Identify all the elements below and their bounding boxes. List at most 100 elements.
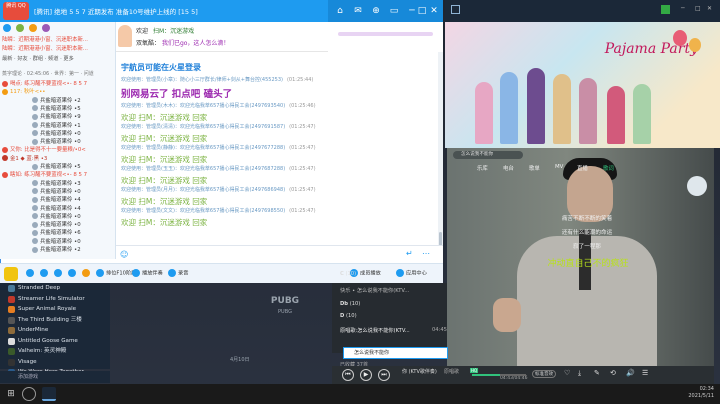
toolbar-item[interactable] [54,269,64,277]
welcome-message: 欢迎 扫M：沉迷游戏 回家 [121,175,208,185]
maximize-icon[interactable]: □ [695,5,704,14]
music-player-window: 怎么说我不能你 乐库 电台 歌单 MV 直播 歌词 痛苦不断不断的笑着 还有什么… [447,148,714,384]
settings-icon[interactable] [15,24,24,32]
gamepad-icon[interactable]: ⊕ [368,3,384,19]
windows-start-icon[interactable]: ⊞ [4,387,18,401]
chat-message: 欢迎使用：管理员(清清)：欢迎光临我萃657播心得民工会(2497691587)… [121,123,316,130]
character-figure [579,78,597,144]
user-avatar[interactable] [687,176,707,196]
tab-friends[interactable]: 好友 [17,56,27,62]
minimize-icon[interactable]: ─ [681,5,690,14]
game-list-item[interactable]: Stranded Deep [0,283,110,294]
nav-live[interactable]: 直播 [577,164,588,172]
loop-icon[interactable]: ⟲ [610,369,616,377]
home-icon[interactable]: ⌂ [332,3,348,19]
add-game-button[interactable]: 添加游戏 [0,371,110,383]
toolbar-item[interactable] [68,269,78,277]
tree-item-label: 兵盐暗道果伶 •1 [40,122,81,129]
like-icon[interactable]: ♡ [564,369,570,377]
game-name: Untitled Goose Game [18,337,78,344]
game-icon [8,306,15,313]
game-list-item[interactable]: Streamer Life Simulator [0,294,110,305]
game-list-item[interactable]: Visage [0,357,110,368]
more-icon[interactable]: ⋯ [422,249,430,258]
playlist-title: 快乐 ∙ 怎么说我不能你(KTV... [340,288,410,294]
toolbar-item[interactable] [26,269,36,277]
toolbar-item[interactable] [82,269,92,277]
prev-icon[interactable]: ⏮ [342,369,354,381]
mode-icon[interactable]: ▭ [386,3,402,19]
message-icon[interactable]: ✉ [350,3,366,19]
chat-scrollbar[interactable] [438,52,443,245]
nav-lyrics[interactable]: 歌词 [603,164,614,172]
search-suggestion[interactable]: 怎么说我不能你 [343,347,448,359]
status-icon [32,130,38,137]
toolbar-item[interactable]: 录音 [168,269,188,277]
comment-icon[interactable]: ✎ [594,369,600,377]
notice-item[interactable]: 陆瞬：近期港港小窗、沉迷职本新... [2,45,114,54]
date-label: 4月10日 [230,357,250,363]
status-icon [32,105,38,112]
close-icon[interactable]: ✕ [426,3,442,19]
search-icon[interactable] [22,387,36,401]
toolbar-item[interactable]: 应用中心 [396,269,427,277]
game-list-item[interactable]: Untitled Goose Game [0,336,110,347]
tray-date: 2021/5/11 [688,393,714,399]
notice-item[interactable]: 陆瞬：近期港港小窗、沉迷职本新... [2,36,114,45]
music-search-input[interactable]: 怎么说我不能你 [453,151,523,159]
toolbar-item[interactable] [40,269,50,277]
tab-latest[interactable]: 最新 [2,56,12,62]
avatar[interactable] [118,25,132,47]
search-icon[interactable] [3,24,11,32]
nav-mv[interactable]: MV [555,164,563,170]
playlist-item[interactable]: D (10) [340,313,357,319]
game-banner[interactable]: Pajama Party [445,22,720,148]
close-icon[interactable]: ✕ [707,5,716,14]
add-icon[interactable] [41,24,50,32]
steam-avatar[interactable] [661,5,670,14]
chat-input-bar[interactable]: ☺ ↵ ⋯ [116,245,443,263]
nav-playlist[interactable]: 歌单 [529,164,540,172]
play-icon[interactable]: ▶ [360,369,372,381]
pubg-tile[interactable]: PUBG PUBG [250,296,320,326]
send-icon[interactable]: ↵ [406,249,413,258]
tree-item-label: 兵盐暗道果伶 •0 [40,213,81,220]
volume-icon[interactable]: 🔊 [626,369,635,377]
toolbar-label: 应用中心 [406,270,427,277]
current-lyric: 冲动直自己不的疯狂 [547,259,629,269]
download-icon[interactable]: ⤓ [578,369,581,378]
system-tray[interactable]: 02:34 2021/5/11 [688,386,714,400]
playlist-song[interactable]: 原唱歌:怎么说我不能你(KTV... [340,327,410,334]
crown-icon[interactable] [4,267,18,281]
emoji-icon[interactable]: ☺ [120,250,128,259]
playlist-icon[interactable]: ☰ [642,369,648,377]
scrollbar-thumb[interactable] [439,232,442,246]
tree-item-label: 兵盐暗道果伶 •0 [40,238,81,245]
game-list-item[interactable]: The Third Building 三楼 [0,315,110,326]
game-list-item[interactable]: Super Animal Royale [0,304,110,315]
record-icon [168,269,176,277]
sound-effect-button[interactable]: 标准音效 [532,370,556,378]
game-list-item[interactable]: Valheim: 英灵神殿 [0,346,110,357]
favorite-icon[interactable] [28,24,37,32]
tree-item[interactable]: 兵盐暗道果伶 •2 [32,246,81,256]
toolbar-item[interactable]: 排位F10阶段 [96,269,136,277]
tab-groups[interactable]: 群组 [33,56,43,62]
game-name: Super Animal Royale [18,306,77,312]
nav-library[interactable]: 乐库 [477,164,488,172]
game-name: Valheim: 英灵神殿 [18,348,67,354]
next-icon[interactable]: ⏭ [378,369,390,381]
tab-channels[interactable]: 频道 [48,56,58,62]
nav-radio[interactable]: 电台 [503,164,514,172]
playlist-item[interactable]: C (10) [340,271,356,277]
toolbar-item[interactable]: 播放伴奏 [132,269,163,277]
playlist-item[interactable]: Db (10) [340,301,360,307]
qq-logo[interactable]: 腾讯 QQ [3,2,29,20]
tab-more[interactable]: 更多 [63,56,73,62]
balloon-icon [673,30,687,46]
steam-taskbar-icon[interactable] [42,387,56,401]
speaker-icon [40,269,48,277]
steam-home-icon[interactable] [451,5,460,14]
message-text: 宇航员可能在火星登录 [121,63,201,72]
game-list-item[interactable]: UnderMine [0,325,110,336]
